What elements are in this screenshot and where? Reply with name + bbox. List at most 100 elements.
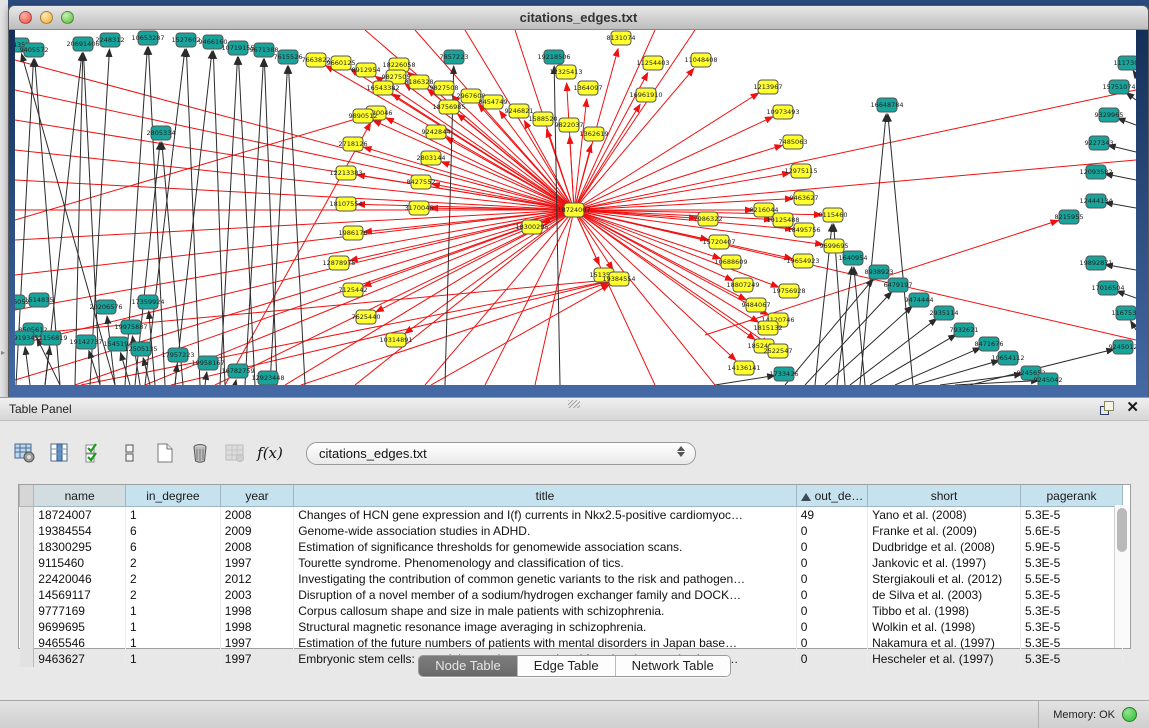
- table-cell[interactable]: 0: [796, 635, 867, 651]
- divider-grip[interactable]: [568, 400, 580, 408]
- panel-collapse-handle[interactable]: ▸: [1, 348, 5, 357]
- table-cell[interactable]: 6: [126, 539, 221, 555]
- graph-edge[interactable]: [405, 210, 574, 334]
- graph-node[interactable]: 2803144: [417, 151, 446, 165]
- table-cell[interactable]: 1: [126, 619, 221, 635]
- table-row[interactable]: 1872400712008Changes of HCN gene express…: [20, 507, 1123, 524]
- graph-edge[interactable]: [215, 210, 574, 385]
- graph-node[interactable]: 7986322: [694, 212, 723, 226]
- graph-node[interactable]: 1362619: [580, 127, 609, 141]
- graph-node[interactable]: 12878975: [322, 256, 355, 270]
- table-cell[interactable]: 19384554: [34, 523, 126, 539]
- table-cell[interactable]: 18300295: [34, 539, 126, 555]
- graph-node[interactable]: 8471676: [975, 337, 1004, 351]
- table-cell[interactable]: Tibbo et al. (1998): [868, 603, 1021, 619]
- table-cell[interactable]: 2: [126, 555, 221, 571]
- table-cell[interactable]: Corpus callosum shape and size in male p…: [294, 603, 797, 619]
- table-row[interactable]: 969969511998Structural magnetic resonanc…: [20, 619, 1123, 635]
- graph-node[interactable]: 1364097: [574, 81, 603, 95]
- table-cell[interactable]: 9777169: [34, 603, 126, 619]
- graph-edge[interactable]: [175, 364, 177, 385]
- graph-edge[interactable]: [175, 51, 212, 385]
- table-cell[interactable]: 5.5E-5: [1021, 571, 1123, 587]
- graph-edge[interactable]: [895, 348, 981, 385]
- table-row[interactable]: 977716911998Corpus callosum shape and si…: [20, 603, 1123, 619]
- graph-edge[interactable]: [220, 57, 238, 385]
- graph-node[interactable]: 19892871: [1079, 256, 1112, 270]
- graph-node[interactable]: 12093582: [1079, 165, 1112, 179]
- graph-edge[interactable]: [301, 282, 609, 385]
- table-cell[interactable]: 9115460: [34, 555, 126, 571]
- table-cell[interactable]: 1998: [220, 603, 293, 619]
- table-cell[interactable]: Structural magnetic resonance image aver…: [294, 619, 797, 635]
- tab-node-table[interactable]: Node Table: [419, 656, 518, 676]
- graph-node[interactable]: 18107554: [329, 197, 362, 211]
- table-cell[interactable]: 0: [796, 571, 867, 587]
- table-cell[interactable]: Dudbridge et al. (2008): [868, 539, 1021, 555]
- table-cell[interactable]: 2008: [220, 539, 293, 555]
- table-cell[interactable]: 5.6E-5: [1021, 523, 1123, 539]
- graph-node[interactable]: 12213383: [329, 166, 362, 180]
- graph-node[interactable]: 11254403: [636, 56, 669, 70]
- table-cell[interactable]: 6: [126, 523, 221, 539]
- table-row[interactable]: 1456911722003Disruption of a novel membe…: [20, 587, 1123, 603]
- graph-edge[interactable]: [45, 347, 50, 385]
- graph-node[interactable]: 16961910: [629, 88, 662, 102]
- graph-edge[interactable]: [574, 210, 736, 361]
- table-cell[interactable]: 1998: [220, 619, 293, 635]
- table-row[interactable]: 1830029562008Estimation of significance …: [20, 539, 1123, 555]
- new-file-button[interactable]: [152, 440, 178, 466]
- table-selector-dropdown[interactable]: citations_edges.txt: [306, 442, 696, 465]
- graph-node[interactable]: 10688609: [714, 255, 747, 269]
- graph-node[interactable]: 16543382: [366, 81, 399, 95]
- table-cell[interactable]: 2012: [220, 571, 293, 587]
- graph-node[interactable]: 3170046: [405, 201, 434, 215]
- graph-node[interactable]: 10653287: [131, 31, 164, 45]
- table-row[interactable]: 1938455462009Genome-wide association stu…: [20, 523, 1123, 539]
- table-cell[interactable]: 1997: [220, 555, 293, 571]
- graph-node[interactable]: 7625440: [352, 310, 381, 324]
- graph-edge[interactable]: [574, 90, 1136, 210]
- graph-node[interactable]: 1588520: [529, 112, 558, 126]
- graph-node[interactable]: 9329965: [1095, 108, 1124, 122]
- graph-node[interactable]: 8215955: [1055, 210, 1084, 224]
- graph-node[interactable]: 2718126: [339, 137, 368, 151]
- graph-node[interactable]: 19142737: [69, 335, 102, 349]
- graph-node[interactable]: 12444134: [1079, 194, 1112, 208]
- table-cell[interactable]: 1: [126, 635, 221, 651]
- column-header-pagerank[interactable]: pagerank: [1021, 485, 1123, 507]
- table-cell[interactable]: 5.9E-5: [1021, 539, 1123, 555]
- graph-edge[interactable]: [1131, 321, 1136, 330]
- window-titlebar[interactable]: citations_edges.txt: [9, 6, 1148, 30]
- select-all-button[interactable]: [82, 440, 108, 466]
- graph-edge[interactable]: [373, 120, 574, 210]
- graph-node[interactable]: 7485063: [779, 135, 808, 149]
- function-builder-button[interactable]: f(x): [257, 440, 283, 466]
- graph-edge[interactable]: [25, 347, 30, 385]
- table-cell[interactable]: 2: [126, 587, 221, 603]
- graph-node[interactable]: 1733426: [770, 367, 799, 381]
- graph-node[interactable]: 9699695: [820, 239, 849, 253]
- table-cell[interactable]: 1: [126, 507, 221, 524]
- graph-node[interactable]: 9474444: [905, 293, 934, 307]
- table-scrollbar[interactable]: [1114, 505, 1130, 648]
- graph-edge[interactable]: [15, 210, 574, 275]
- tab-network-table[interactable]: Network Table: [616, 656, 730, 676]
- graph-node[interactable]: 2522547: [764, 344, 793, 358]
- graph-node[interactable]: 1514835: [25, 293, 54, 307]
- table-cell[interactable]: Disruption of a novel member of a sodium…: [294, 587, 797, 603]
- graph-node[interactable]: 8454749: [479, 95, 508, 109]
- table-cell[interactable]: 5.3E-5: [1021, 619, 1123, 635]
- table-cell[interactable]: 0: [796, 523, 867, 539]
- graph-node[interactable]: 9242844: [422, 125, 451, 139]
- column-header-year[interactable]: year: [220, 485, 293, 507]
- table-cell[interactable]: 49: [796, 507, 867, 524]
- graph-node[interactable]: 1815132: [754, 321, 783, 335]
- graph-node[interactable]: 2935114: [930, 306, 959, 320]
- table-cell[interactable]: 0: [796, 555, 867, 571]
- table-cell[interactable]: Yano et al. (2008): [868, 507, 1021, 524]
- graph-edge[interactable]: [1117, 118, 1136, 125]
- table-row[interactable]: 911546021997Tourette syndrome. Phenomeno…: [20, 555, 1123, 571]
- graph-edge[interactable]: [205, 372, 207, 385]
- graph-node[interactable]: 19756928: [772, 284, 805, 298]
